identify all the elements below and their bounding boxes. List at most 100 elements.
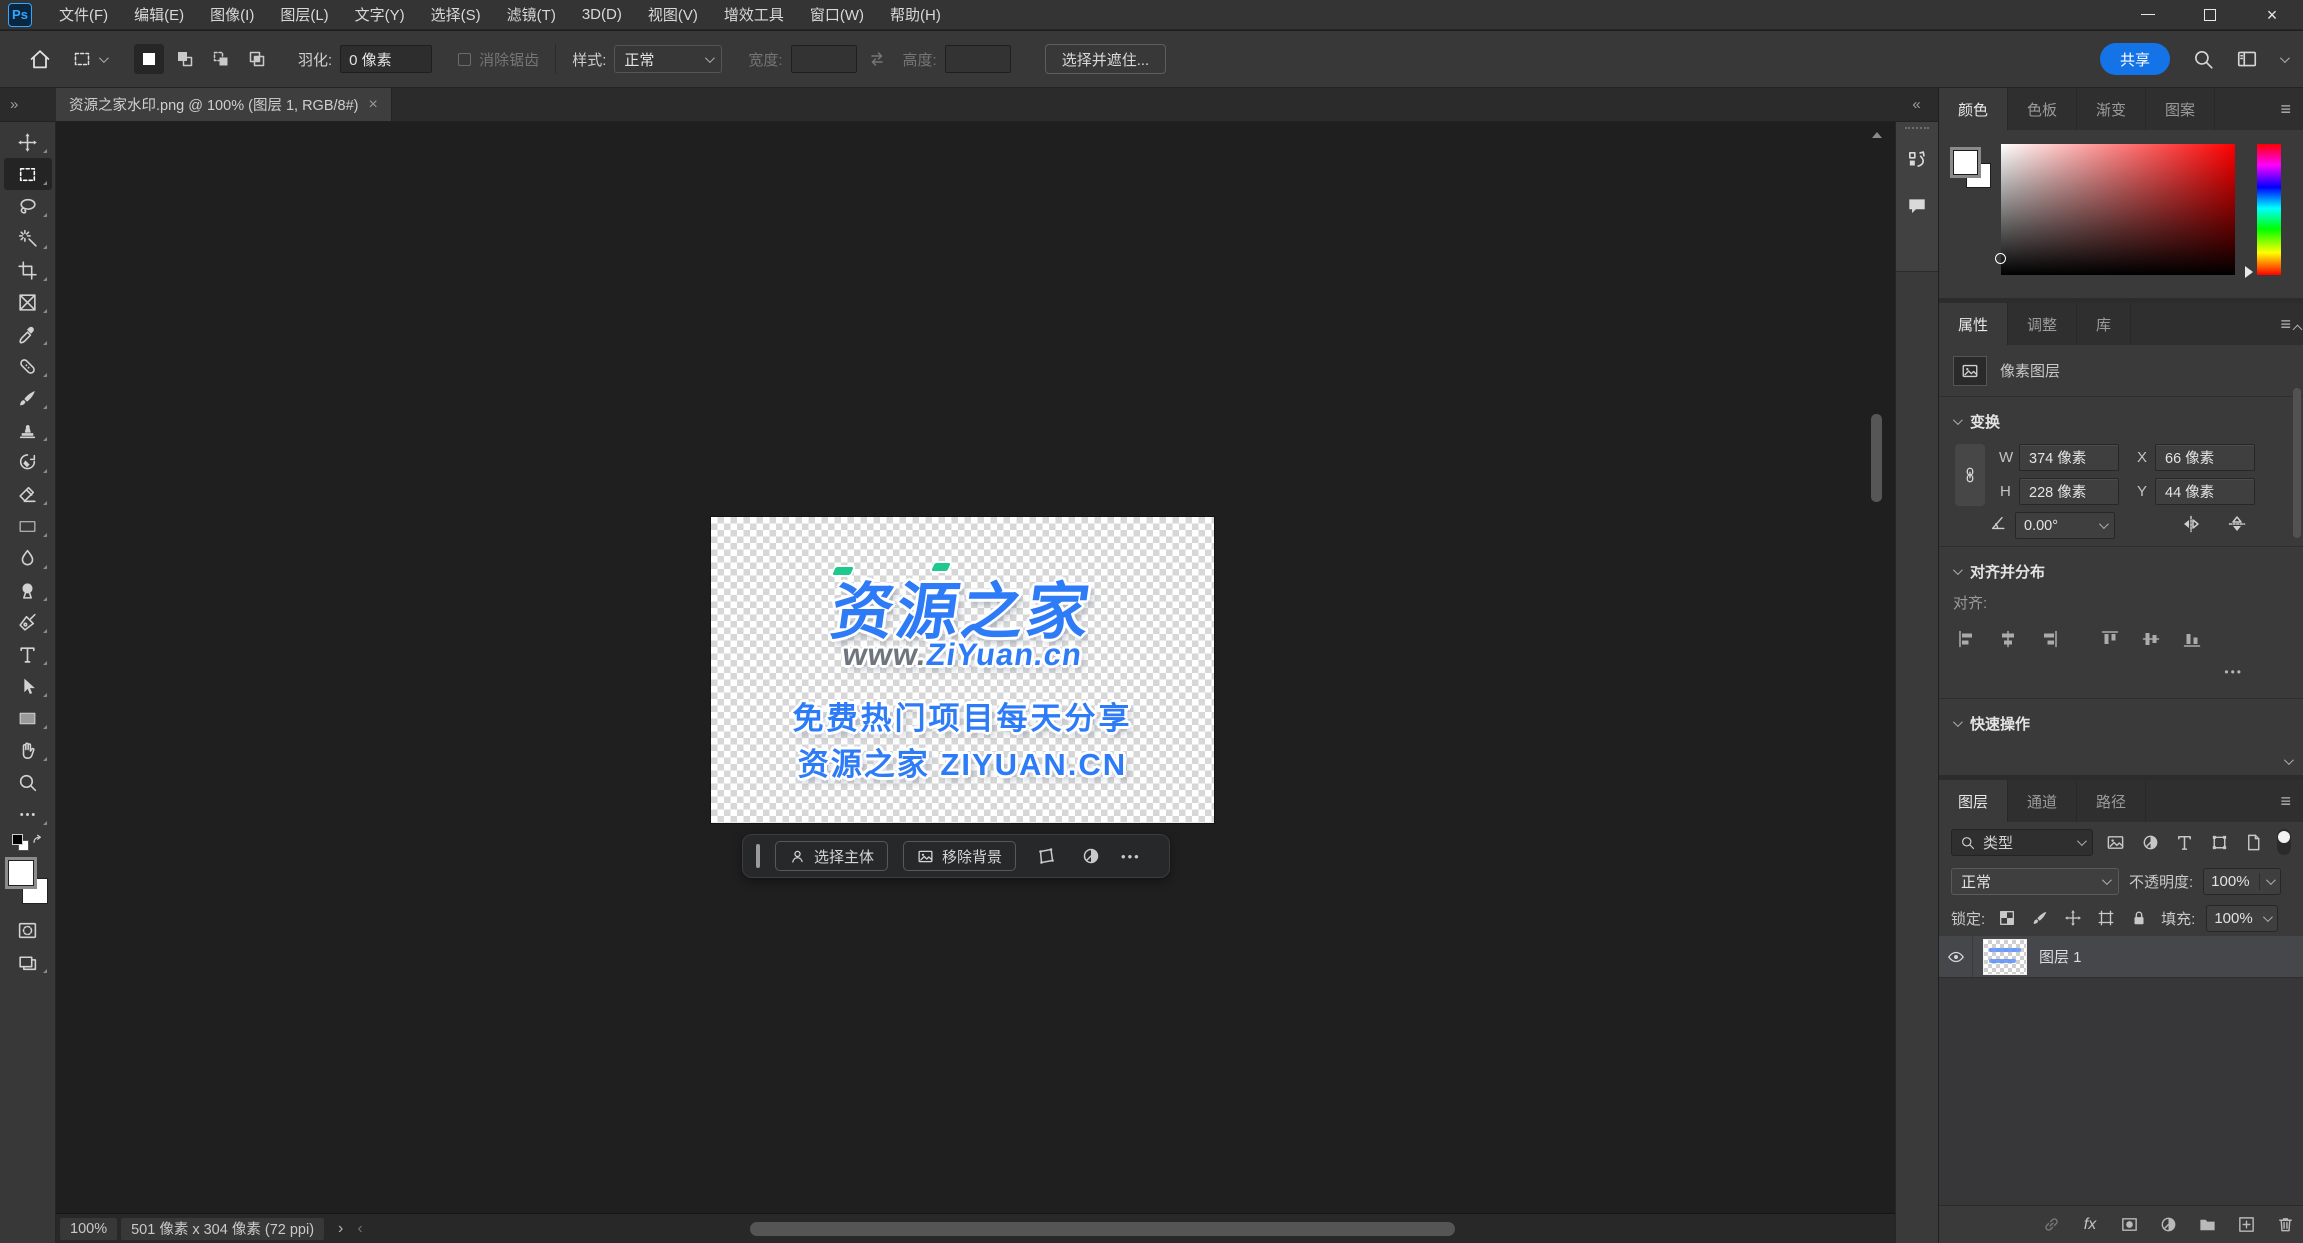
search-icon[interactable] [2192, 48, 2214, 70]
home-button[interactable] [28, 47, 52, 71]
tab-patterns[interactable]: 图案 [2146, 88, 2216, 130]
antialias-checkbox[interactable] [458, 52, 472, 66]
fill-input[interactable]: 100% [2206, 904, 2279, 932]
layer-name[interactable]: 图层 1 [2039, 946, 2082, 967]
menu-item-window[interactable]: 窗口(W) [797, 0, 877, 29]
vertical-scroll-thumb[interactable] [1871, 414, 1882, 502]
lock-all-icon[interactable] [2128, 909, 2150, 927]
document-canvas[interactable]: 资源之家 www.ZiYuan.cn 免费热门项目每天分享 资源之家 ZIYUA… [711, 517, 1214, 823]
height-input[interactable] [944, 45, 1011, 73]
panel-collapse-icon[interactable]: « [1895, 88, 1938, 121]
tool-pen[interactable] [4, 606, 52, 638]
transform-width-input[interactable]: 374 像素 [2019, 444, 2119, 471]
opacity-input[interactable]: 100% [2203, 867, 2282, 895]
new-selection-button[interactable] [134, 44, 164, 74]
layer-thumbnail[interactable] [1983, 938, 2027, 975]
rotation-angle-input[interactable]: 0.00° [2015, 512, 2115, 539]
remove-background-button[interactable]: 移除背景 [903, 841, 1017, 871]
hue-slider-marker[interactable] [2245, 266, 2253, 278]
tool-move[interactable] [4, 126, 52, 158]
canvas-area[interactable]: 资源之家 www.ZiYuan.cn 免费热门项目每天分享 资源之家 ZIYUA… [56, 122, 1895, 1243]
tool-hand[interactable] [4, 734, 52, 766]
menu-item-plugins[interactable]: 增效工具 [711, 0, 797, 29]
menu-item-3d[interactable]: 3D(D) [569, 0, 635, 29]
tab-layers[interactable]: 图层 [1939, 780, 2009, 822]
tab-paths[interactable]: 路径 [2077, 780, 2147, 822]
add-to-selection-button[interactable] [170, 44, 200, 74]
properties-scrollbar[interactable] [2293, 348, 2302, 678]
status-expand-icon[interactable]: › [338, 1220, 343, 1238]
transform-height-input[interactable]: 228 像素 [2019, 478, 2119, 505]
tab-channels[interactable]: 通道 [2008, 780, 2078, 822]
filter-toggle-switch[interactable] [2276, 829, 2291, 855]
quick-actions-header[interactable]: 快速操作 [1939, 699, 2303, 740]
lock-image-pixels-icon[interactable] [2029, 909, 2051, 927]
filter-adjustment-layers-icon[interactable] [2139, 833, 2161, 852]
menu-item-edit[interactable]: 编辑(E) [121, 0, 197, 29]
tool-history-brush[interactable] [4, 446, 52, 478]
lock-transparent-pixels-icon[interactable] [1996, 909, 2018, 927]
align-center-vertical-icon[interactable] [2139, 627, 2163, 651]
tool-blur[interactable] [4, 542, 52, 574]
foreground-color-swatch[interactable] [1953, 150, 1978, 175]
feather-input[interactable]: 0 像素 [340, 45, 433, 73]
taskbar-more-icon[interactable]: ••• [1121, 849, 1141, 864]
tool-eraser[interactable] [4, 478, 52, 510]
layer-list-empty-area[interactable] [1939, 978, 2303, 1205]
transform-x-input[interactable]: 66 像素 [2155, 444, 2255, 471]
layer-filter-type-select[interactable]: 类型 [1951, 828, 2093, 856]
panel-menu-icon[interactable]: ≡ [2280, 780, 2291, 822]
chevron-down-icon[interactable] [2279, 52, 2290, 63]
panel-menu-icon[interactable]: ≡ [2280, 88, 2291, 130]
style-select[interactable]: 正常 [614, 45, 723, 73]
menu-item-image[interactable]: 图像(I) [197, 0, 267, 29]
scroll-more-icon[interactable] [2283, 755, 2294, 766]
panel-scroll-up-icon[interactable] [2292, 324, 2303, 335]
transform-header[interactable]: 变换 [1939, 397, 2303, 438]
tool-spot-healing[interactable] [4, 350, 52, 382]
hue-slider[interactable] [2257, 144, 2281, 275]
foreground-color-swatch[interactable] [7, 860, 34, 886]
scroll-left-icon[interactable]: ‹ [357, 1220, 362, 1238]
tool-path-selection[interactable] [4, 670, 52, 702]
tool-magic-wand[interactable] [4, 222, 52, 254]
tool-crop[interactable] [4, 254, 52, 286]
width-input[interactable] [790, 45, 857, 73]
tool-preset-picker[interactable] [66, 45, 112, 73]
swap-colors-icon[interactable] [30, 832, 46, 848]
toolbar-expand-icon[interactable]: » [0, 88, 56, 121]
tab-libraries[interactable]: 库 [2077, 303, 2132, 345]
align-bottom-icon[interactable] [2180, 627, 2204, 651]
tool-brush[interactable] [4, 382, 52, 414]
menu-item-select[interactable]: 选择(S) [418, 0, 494, 29]
history-panel-icon[interactable] [1900, 141, 1934, 179]
panel-menu-icon[interactable]: ≡ [2280, 303, 2291, 345]
align-top-icon[interactable] [2098, 627, 2122, 651]
align-left-icon[interactable] [1955, 627, 1979, 651]
tool-rectangular-marquee[interactable] [3, 158, 52, 190]
menu-item-type[interactable]: 文字(Y) [342, 0, 418, 29]
filter-type-layers-icon[interactable] [2174, 833, 2196, 852]
panel-grip[interactable] [1905, 127, 1929, 131]
minimize-button[interactable] [2117, 0, 2179, 29]
tab-properties[interactable]: 属性 [1939, 303, 2009, 345]
taskbar-drag-handle[interactable] [756, 844, 760, 868]
tab-swatches[interactable]: 色板 [2008, 88, 2078, 130]
tool-lasso[interactable] [4, 190, 52, 222]
color-picker-ring[interactable] [1995, 253, 2006, 264]
tool-frame[interactable] [4, 286, 52, 318]
saturation-brightness-field[interactable] [2001, 144, 2235, 275]
tool-eyedropper[interactable] [4, 318, 52, 350]
select-subject-button[interactable]: 选择主体 [775, 841, 889, 871]
link-dimensions-icon[interactable] [1955, 444, 1985, 506]
flip-vertical-icon[interactable] [2227, 514, 2247, 534]
document-tab[interactable]: 资源之家水印.png @ 100% (图层 1, RGB/8#) × [56, 88, 392, 121]
tool-type[interactable] [4, 638, 52, 670]
link-layers-icon[interactable] [2039, 1215, 2063, 1234]
close-button[interactable]: × [2241, 0, 2303, 29]
flip-horizontal-icon[interactable] [2181, 514, 2201, 534]
workspace-switcher-icon[interactable] [2236, 48, 2258, 70]
transform-icon[interactable] [1031, 846, 1061, 866]
filter-pixel-layers-icon[interactable] [2105, 833, 2127, 852]
tab-gradients[interactable]: 渐变 [2077, 88, 2147, 130]
